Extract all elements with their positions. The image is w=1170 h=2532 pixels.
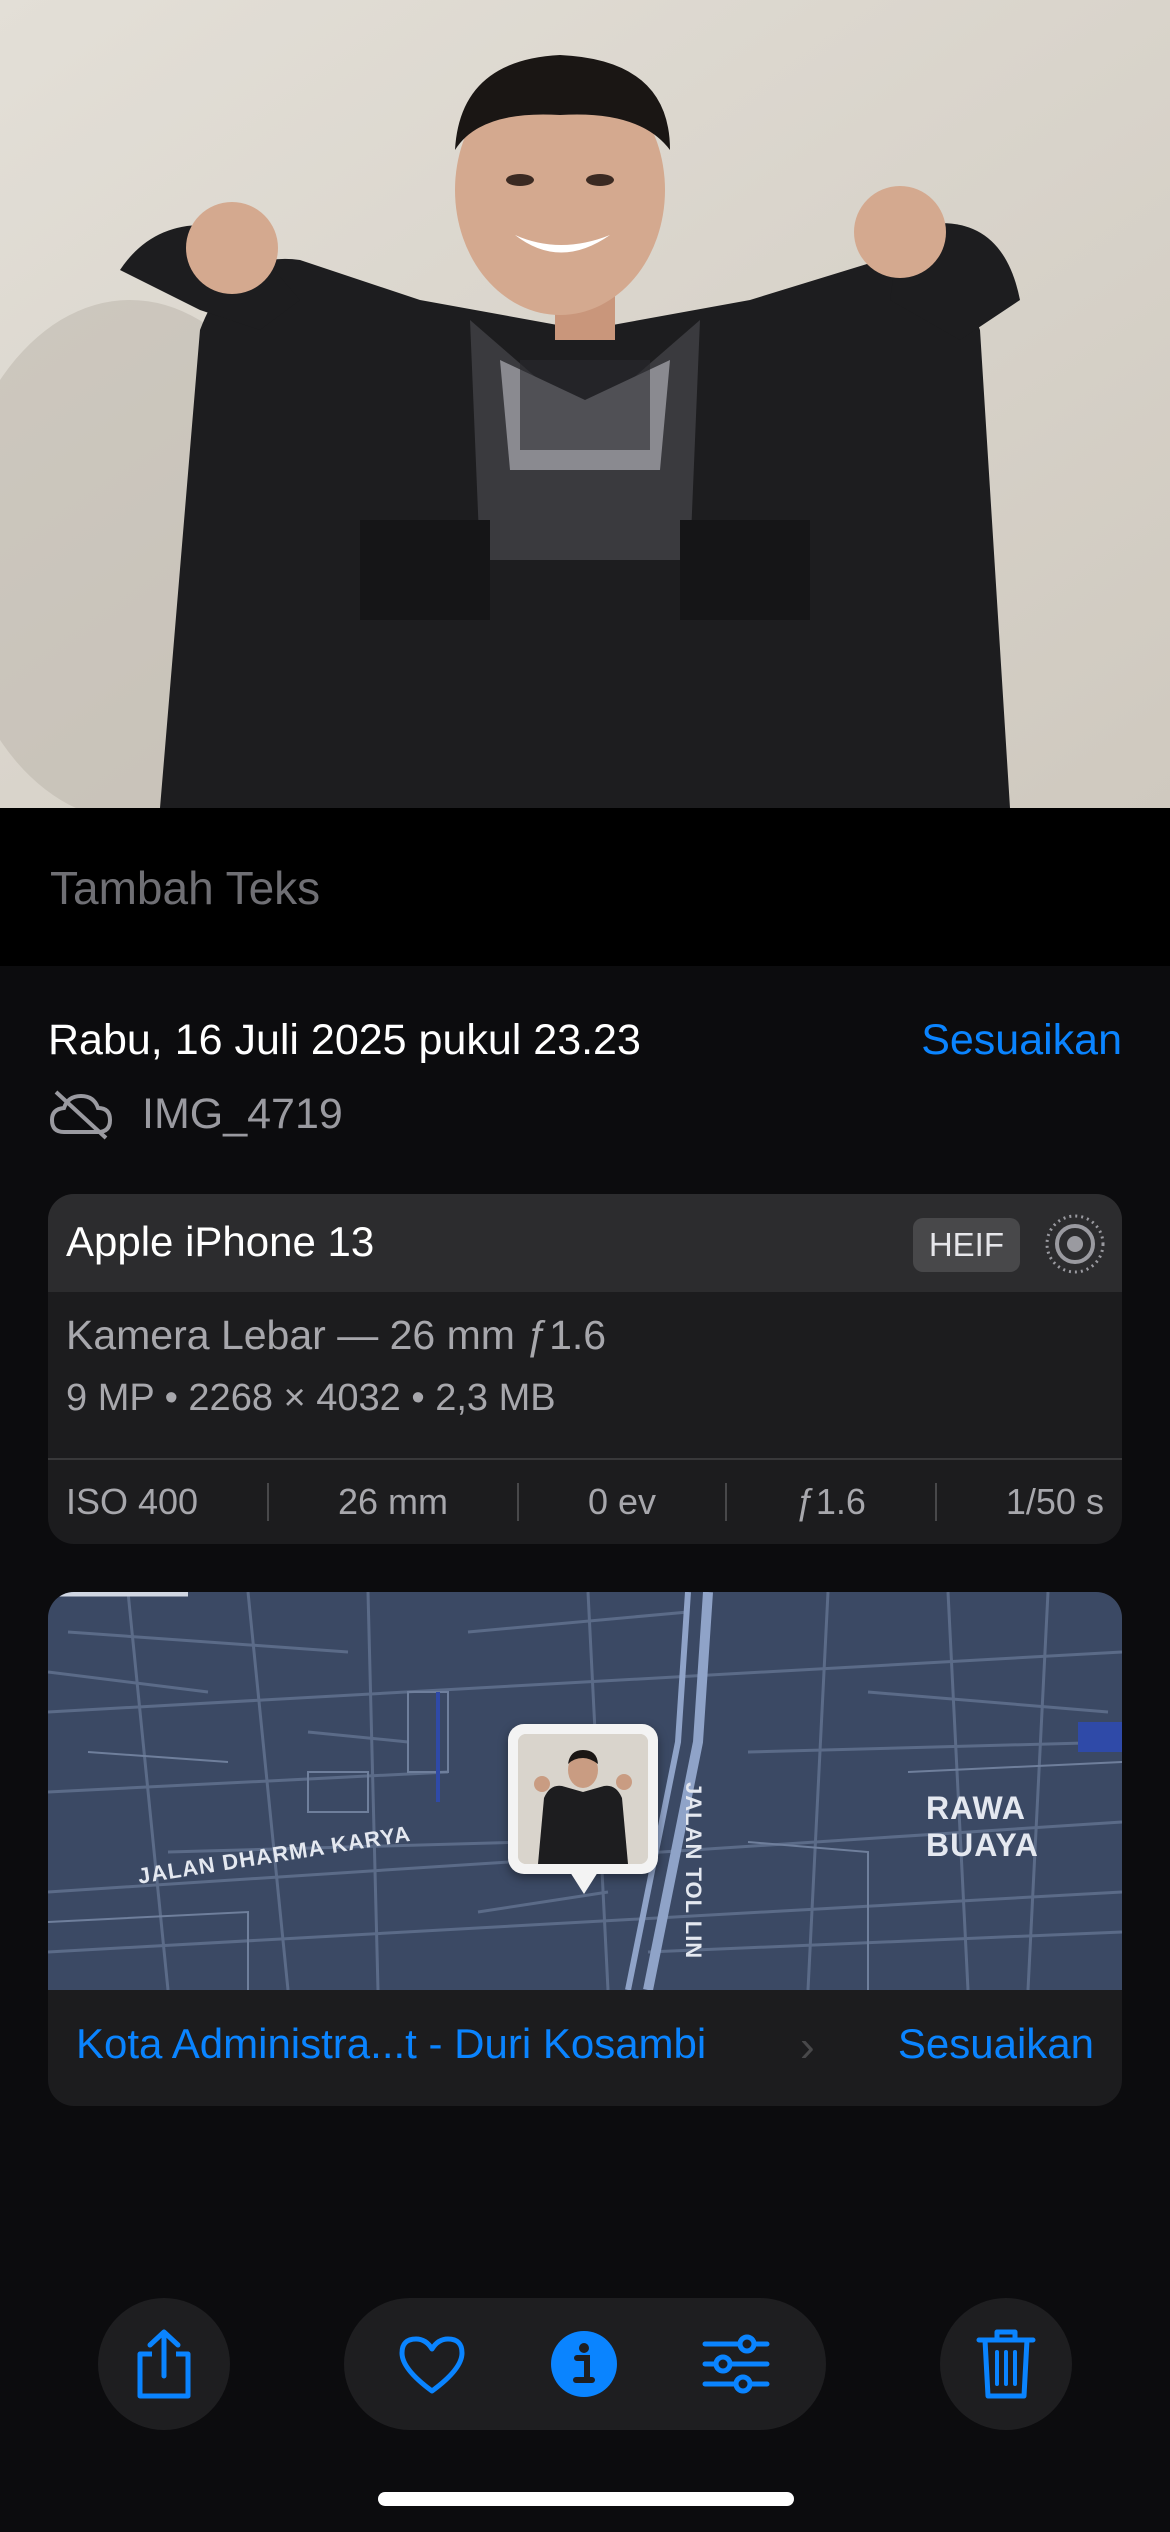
file-name: IMG_4719 [142, 1089, 343, 1138]
adjust-sliders-icon [702, 2334, 770, 2394]
divider [267, 1483, 270, 1521]
share-icon [128, 2324, 200, 2404]
map-label-area: RAWA BUAYA [926, 1790, 1039, 1863]
cloud-off-icon [49, 1090, 113, 1140]
file-info-row: IMG_4719 [48, 1088, 343, 1140]
divider [934, 1483, 937, 1521]
pin-tail [570, 1872, 598, 1894]
location-card: RAWA BUAYA JALAN DHARMA KARYA JALAN TOL … [48, 1592, 1122, 2106]
format-badge: HEIF [912, 1218, 1020, 1272]
location-map[interactable]: RAWA BUAYA JALAN DHARMA KARYA JALAN TOL … [48, 1592, 1122, 1990]
map-label-toll: JALAN TOL LIN [681, 1782, 706, 1960]
focal-length-value: 26 mm [338, 1481, 449, 1522]
adjust-date-button[interactable]: Sesuaikan [921, 1016, 1122, 1065]
trash-icon [974, 2324, 1038, 2404]
photo-view[interactable] [0, 0, 1170, 808]
photo-image [0, 0, 1170, 808]
share-button[interactable] [98, 2298, 230, 2430]
photo-location-pin[interactable] [508, 1724, 658, 1894]
home-indicator[interactable] [378, 2492, 794, 2506]
divider [724, 1483, 727, 1521]
shutter-speed-value: 1/50 s [1005, 1481, 1104, 1522]
image-specs: 9 MP • 2268 × 4032 • 2,3 MB [66, 1377, 556, 1419]
exif-header: Apple iPhone 13 HEIF [48, 1194, 1122, 1292]
iso-value: ISO 400 [66, 1481, 199, 1522]
exposure-stats: ISO 400 26 mm 0 ev ƒ1.6 1/50 s [66, 1460, 1104, 1544]
exposure-value: 0 ev [587, 1481, 656, 1522]
heart-icon [399, 2336, 465, 2394]
location-name-link[interactable]: Kota Administra...t - Duri Kosambi [76, 2020, 706, 2068]
divider [516, 1483, 519, 1521]
info-button[interactable] [550, 2330, 618, 2398]
pin-thumbnail [518, 1734, 648, 1864]
pin-thumbnail-image [518, 1734, 648, 1864]
photo-date: Rabu, 16 Juli 2025 pukul 23.23 [48, 1016, 641, 1064]
aperture-value: ƒ1.6 [795, 1481, 866, 1522]
live-photo-icon[interactable] [1044, 1213, 1106, 1275]
exif-card: Apple iPhone 13 HEIF Kamera Lebar — 26 m… [48, 1194, 1122, 1544]
caption-area [0, 808, 1170, 966]
favorite-button[interactable] [396, 2334, 468, 2396]
info-icon [551, 2331, 617, 2397]
chevron-right-icon: › [800, 2022, 815, 2071]
device-name: Apple iPhone 13 [66, 1218, 375, 1265]
photo-actions-group [344, 2298, 826, 2430]
add-caption-input[interactable] [48, 860, 1052, 916]
delete-button[interactable] [940, 2298, 1072, 2430]
lens-info: Kamera Lebar — 26 mm ƒ1.6 [66, 1312, 607, 1358]
edit-button[interactable] [700, 2332, 772, 2396]
adjust-location-button[interactable]: Sesuaikan [898, 2020, 1094, 2068]
